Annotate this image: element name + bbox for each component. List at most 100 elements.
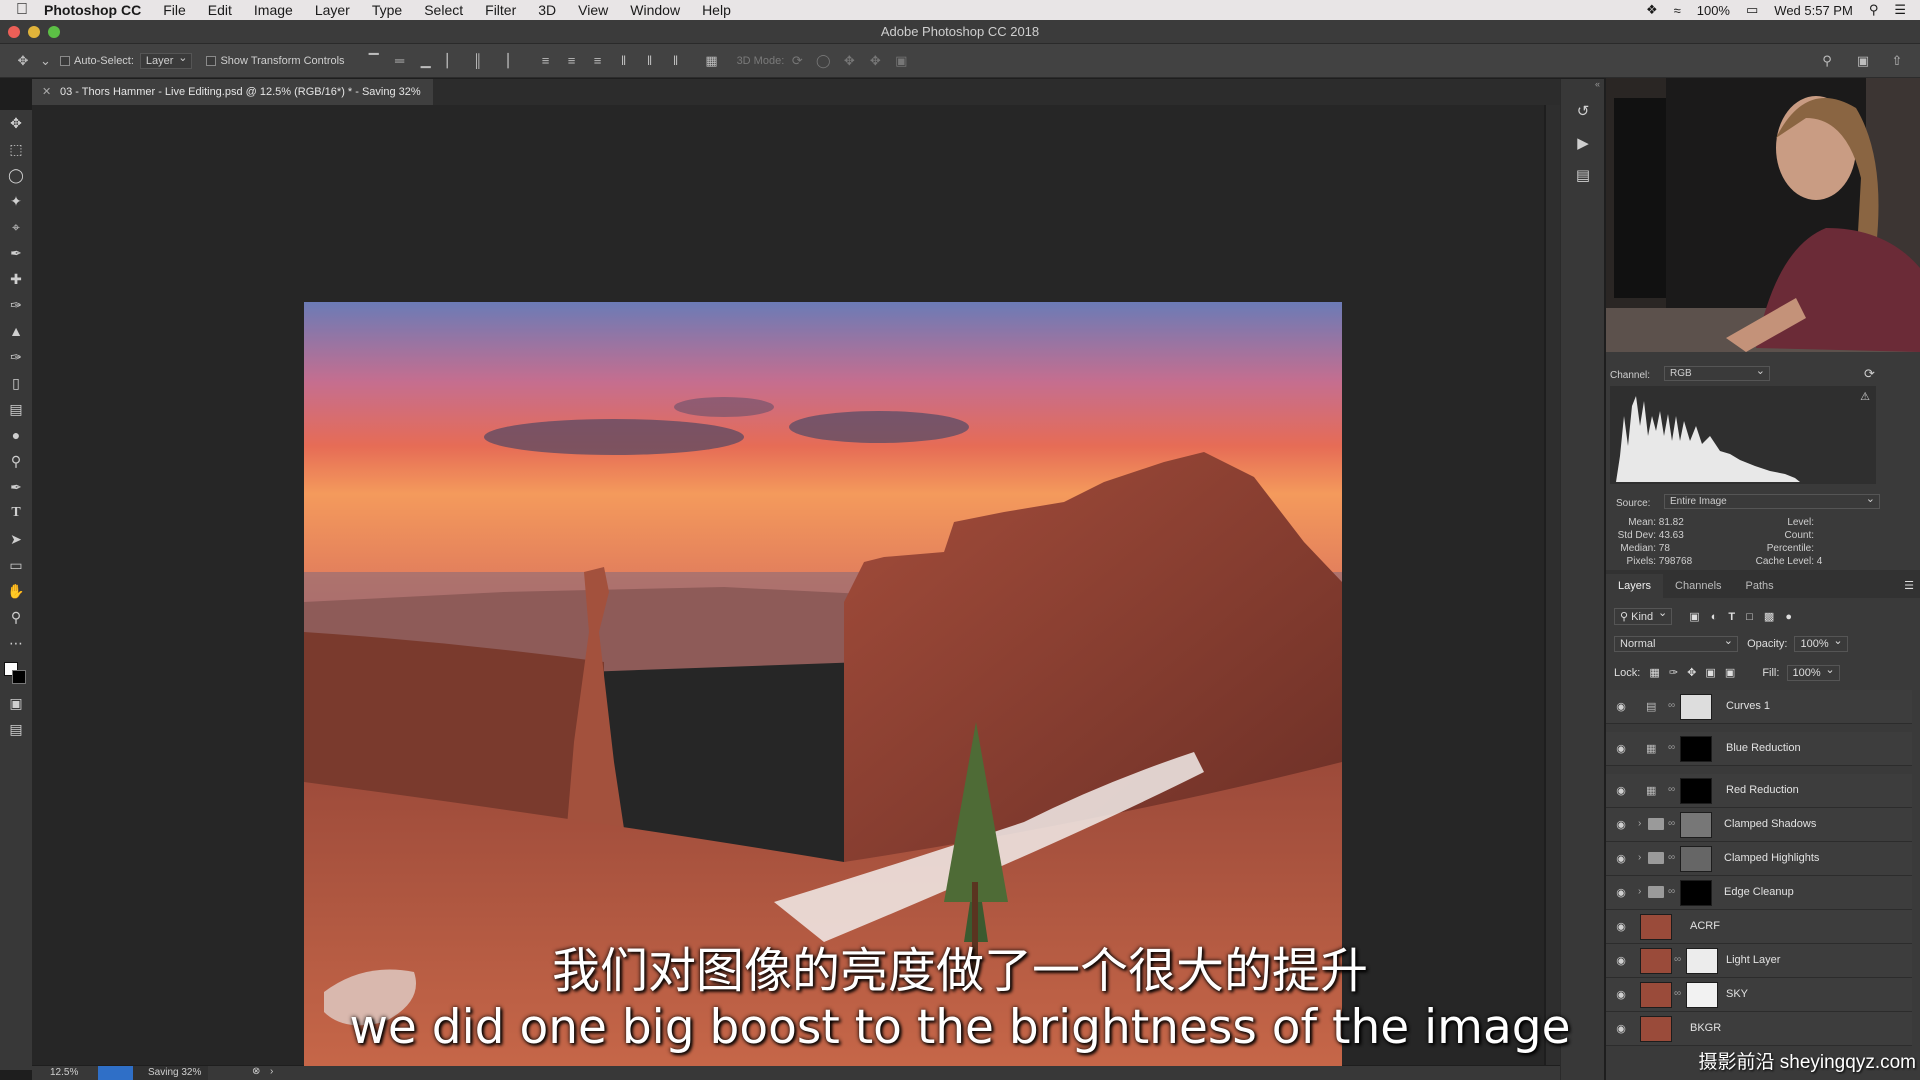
layer-name[interactable]: Clamped Shadows [1724, 818, 1816, 830]
source-dropdown[interactable]: Entire Image [1664, 492, 1880, 509]
expand-group-icon[interactable]: › [1638, 852, 1641, 863]
auto-select-dropdown[interactable]: Layer [139, 51, 193, 69]
workspace-icon[interactable]: ▣ [1854, 53, 1872, 69]
marquee-tool-icon[interactable]: ⬚ [0, 136, 32, 162]
clone-stamp-tool-icon[interactable]: ▲ [0, 318, 32, 344]
menu-help[interactable]: Help [702, 2, 731, 18]
3d-roll-icon[interactable]: ◯ [814, 53, 832, 69]
history-brush-tool-icon[interactable]: ✑ [0, 344, 32, 370]
document-tab[interactable]: ✕ 03 - Thors Hammer - Live Editing.psd @… [32, 79, 433, 105]
lasso-tool-icon[interactable]: ◯ [0, 162, 32, 188]
menu-select[interactable]: Select [424, 2, 463, 18]
properties-panel-icon[interactable]: ▤ [1561, 159, 1605, 191]
battery-icon[interactable]: ▭ [1746, 2, 1758, 18]
distribute-hcenter-icon[interactable]: ‖ [641, 53, 659, 69]
menu-app-name[interactable]: Photoshop CC [44, 2, 141, 18]
history-panel-icon[interactable]: ↺ [1561, 95, 1605, 127]
distribute-right-icon[interactable]: ‖ [667, 53, 685, 69]
auto-align-icon[interactable]: ▦ [703, 53, 721, 69]
layer-row-edge-cleanup[interactable]: ◉ › ∞ Edge Cleanup [1606, 876, 1912, 910]
visibility-eye-icon[interactable]: ◉ [1614, 784, 1628, 798]
layer-name[interactable]: Edge Cleanup [1724, 886, 1794, 898]
gradient-tool-icon[interactable]: ▤ [0, 396, 32, 422]
lock-pixels-icon[interactable]: ✑ [1669, 667, 1678, 679]
layer-row-curves-1[interactable]: ◉ ▤ ∞ Curves 1 [1606, 690, 1912, 724]
vertical-scrollbar[interactable] [1546, 105, 1560, 1065]
zoom-window-button[interactable] [48, 26, 60, 38]
layer-mask-thumbnail[interactable] [1680, 694, 1712, 720]
filter-type-icon[interactable]: T [1728, 611, 1735, 623]
screen-mode-icon[interactable]: ▤ [0, 716, 32, 742]
filter-shape-icon[interactable]: □ [1746, 611, 1753, 623]
fill-field[interactable]: 100% [1786, 663, 1840, 681]
dropbox-icon[interactable]: ❖ [1646, 2, 1658, 18]
background-color-swatch[interactable] [12, 670, 26, 684]
apple-icon[interactable]:  [0, 1, 44, 19]
layer-row-blue-reduction[interactable]: ◉ ▦ ∞ Blue Reduction [1606, 732, 1912, 766]
healing-brush-tool-icon[interactable]: ✚ [0, 266, 32, 292]
layer-row-red-reduction[interactable]: ◉ ▦ ∞ Red Reduction [1606, 774, 1912, 808]
crop-tool-icon[interactable]: ⌖ [0, 214, 32, 240]
link-icon[interactable]: ∞ [1668, 818, 1675, 829]
refresh-histogram-icon[interactable]: ⟳ [1864, 366, 1875, 382]
dodge-tool-icon[interactable]: ⚲ [0, 448, 32, 474]
panel-menu-icon[interactable]: ☰ [1904, 574, 1920, 598]
wifi-icon[interactable]: ≈ [1674, 3, 1681, 18]
lock-transparent-icon[interactable]: ▦ [1649, 667, 1659, 679]
3d-scale-icon[interactable]: ▣ [892, 53, 910, 69]
search-icon[interactable]: ⚲ [1818, 53, 1836, 69]
menu-type[interactable]: Type [372, 2, 402, 18]
quick-mask-icon[interactable]: ▣ [0, 690, 32, 716]
zoom-level[interactable]: 12.5% [50, 1067, 78, 1078]
link-icon[interactable]: ∞ [1668, 742, 1675, 753]
link-icon[interactable]: ∞ [1668, 784, 1675, 795]
minimize-window-button[interactable] [28, 26, 40, 38]
tab-layers[interactable]: Layers [1606, 574, 1664, 598]
layer-mask-thumbnail[interactable] [1680, 880, 1712, 906]
align-bottom-icon[interactable]: ▁ [417, 53, 435, 69]
close-window-button[interactable] [8, 26, 20, 38]
cache-warning-icon[interactable]: ⚠ [1860, 390, 1870, 403]
show-transform-checkbox[interactable] [206, 55, 217, 66]
layer-name[interactable]: Red Reduction [1726, 784, 1799, 796]
layer-mask-thumbnail[interactable] [1680, 736, 1712, 762]
filter-pixel-icon[interactable]: ▣ [1689, 611, 1699, 623]
actions-panel-icon[interactable]: ▶ [1561, 127, 1605, 159]
align-top-icon[interactable]: ▔ [365, 53, 383, 69]
more-tools-icon[interactable]: ⋯ [0, 630, 32, 656]
blend-mode-dropdown[interactable]: Normal [1614, 634, 1738, 652]
distribute-top-icon[interactable]: ≡ [537, 53, 555, 69]
magic-wand-tool-icon[interactable]: ✦ [0, 188, 32, 214]
auto-select-checkbox[interactable] [60, 55, 70, 66]
lock-position-icon[interactable]: ✥ [1687, 667, 1696, 679]
eyedropper-tool-icon[interactable]: ✒ [0, 240, 32, 266]
layer-filter-dropdown[interactable]: ⚲ Kind [1614, 606, 1673, 625]
filter-toggle-icon[interactable]: ● [1785, 611, 1792, 623]
layer-row-clamped-shadows[interactable]: ◉ › ∞ Clamped Shadows [1606, 808, 1912, 842]
link-icon[interactable]: ∞ [1668, 852, 1675, 863]
spotlight-icon[interactable]: ⚲ [1869, 2, 1879, 18]
color-swatches[interactable] [0, 656, 32, 690]
visibility-eye-icon[interactable]: ◉ [1614, 852, 1628, 866]
layer-mask-thumbnail[interactable] [1680, 812, 1712, 838]
zoom-tool-icon[interactable]: ⚲ [0, 604, 32, 630]
filter-smart-object-icon[interactable]: ▩ [1764, 611, 1774, 623]
brush-tool-icon[interactable]: ✑ [0, 292, 32, 318]
menu-edit[interactable]: Edit [208, 2, 232, 18]
type-tool-icon[interactable]: T [0, 500, 32, 526]
menu-file[interactable]: File [163, 2, 186, 18]
expand-group-icon[interactable]: › [1638, 818, 1641, 829]
visibility-eye-icon[interactable]: ◉ [1614, 742, 1628, 756]
lock-all-icon[interactable]: ▣ [1725, 667, 1735, 679]
align-left-icon[interactable]: ▏ [443, 53, 461, 69]
lock-artboard-icon[interactable]: ▣ [1705, 667, 1715, 679]
menu-view[interactable]: View [578, 2, 608, 18]
align-vcenter-icon[interactable]: ═ [391, 53, 409, 69]
battery-percent[interactable]: 100% [1697, 3, 1730, 18]
opacity-field[interactable]: 100% [1794, 634, 1848, 652]
menu-image[interactable]: Image [254, 2, 293, 18]
rectangle-tool-icon[interactable]: ▭ [0, 552, 32, 578]
visibility-eye-icon[interactable]: ◉ [1614, 700, 1628, 714]
link-icon[interactable]: ∞ [1668, 886, 1675, 897]
layer-mask-thumbnail[interactable] [1680, 846, 1712, 872]
